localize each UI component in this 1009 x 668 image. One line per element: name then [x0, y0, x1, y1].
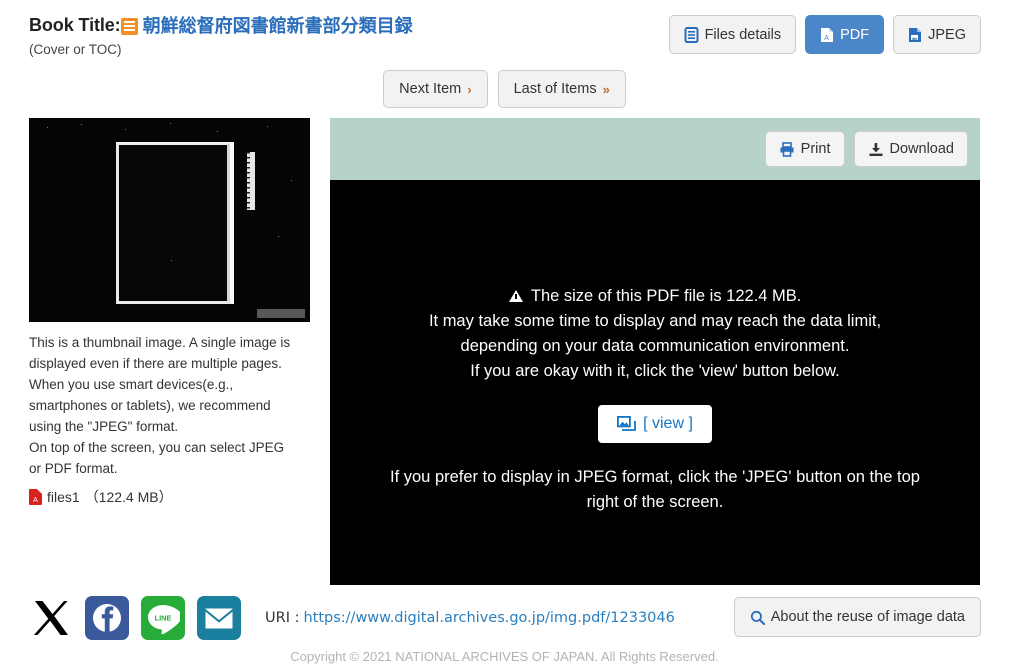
svg-text:LINE: LINE — [155, 614, 172, 623]
item-navigation: Next Item › Last of Items » — [0, 70, 1009, 108]
pdf-viewer: Print Download The size of this PDF file… — [330, 118, 980, 585]
jpeg-label: JPEG — [928, 26, 966, 43]
format-button-group: Files details A PDF JPEG — [668, 15, 981, 54]
last-of-items-label: Last of Items — [513, 81, 597, 97]
download-icon — [868, 142, 884, 157]
page-title: Book Title: 朝鮮総督府図書館新書部分類目録 — [29, 12, 413, 38]
share-x-button[interactable] — [29, 596, 73, 640]
pdf-file-icon: A — [29, 489, 42, 505]
chevron-right-icon: › — [467, 81, 472, 97]
facebook-icon — [91, 602, 123, 634]
uri-label: URI : — [265, 610, 300, 626]
book-cover-thumbnail[interactable] — [29, 118, 310, 322]
about-reuse-button[interactable]: About the reuse of image data — [733, 597, 981, 637]
share-email-button[interactable] — [197, 596, 241, 640]
image-file-icon — [908, 27, 922, 43]
viewer-message-line-1: The size of this PDF file is 122.4 MB. — [429, 284, 881, 309]
viewer-toolbar: Print Download — [330, 118, 980, 180]
chevron-double-right-icon: » — [602, 81, 610, 97]
title-block: Book Title: 朝鮮総督府図書館新書部分類目録 (Cover or TO… — [29, 12, 413, 58]
thumbnail-column: This is a thumbnail image. A single imag… — [29, 118, 311, 507]
thumbnail-book-spine — [227, 144, 230, 302]
book-title-label: Book Title: — [29, 14, 121, 35]
viewer-jpeg-hint-line-1: If you prefer to display in JPEG format,… — [390, 468, 920, 486]
footer-bar: LINE URI : https://www.digital.archives.… — [29, 590, 981, 646]
copyright-text: Copyright © 2021 NATIONAL ARCHIVES OF JA… — [290, 649, 719, 664]
thumbnail-book-outline — [116, 142, 234, 304]
book-title-value: 朝鮮総督府図書館新書部分類目録 — [142, 16, 413, 37]
files-details-button[interactable]: Files details — [668, 15, 797, 54]
uri-block: URI : https://www.digital.archives.go.jp… — [265, 610, 675, 626]
download-button[interactable]: Download — [853, 131, 968, 167]
file-size: （122.4 MB） — [84, 489, 173, 505]
pdf-label: PDF — [840, 26, 870, 43]
thumbnail-caption-stamp — [257, 309, 305, 318]
jpeg-button[interactable]: JPEG — [893, 15, 981, 54]
viewer-message-line-2: It may take some time to display and may… — [428, 312, 882, 330]
page-header: Book Title: 朝鮮総督府図書館新書部分類目録 (Cover or TO… — [0, 0, 1009, 68]
viewer-jpeg-hint: If you prefer to display in JPEG format,… — [390, 465, 920, 515]
view-button[interactable]: [ view ] — [598, 405, 712, 443]
email-icon — [205, 608, 233, 629]
share-line-button[interactable]: LINE — [141, 596, 185, 640]
viewer-warning-message: The size of this PDF file is 122.4 MB. I… — [429, 284, 881, 384]
viewer-message-area: The size of this PDF file is 122.4 MB. I… — [330, 180, 980, 585]
share-facebook-button[interactable] — [85, 596, 129, 640]
x-icon — [30, 597, 72, 639]
view-button-label: [ view ] — [643, 415, 693, 432]
file-lines-icon — [684, 26, 699, 43]
viewer-message-line-3: depending on your data communication env… — [460, 337, 850, 355]
pdf-button[interactable]: A PDF — [805, 15, 885, 54]
file-entry[interactable]: A files1 （122.4 MB） — [29, 487, 311, 507]
download-label: Download — [889, 141, 955, 157]
page-root: Book Title: 朝鮮総督府図書館新書部分類目録 (Cover or TO… — [0, 0, 1009, 668]
social-share-group: LINE — [29, 596, 241, 640]
about-reuse-label: About the reuse of image data — [770, 609, 965, 625]
svg-text:A: A — [824, 35, 829, 42]
thumbnail-measure-scale — [247, 152, 255, 210]
next-item-button[interactable]: Next Item › — [383, 70, 488, 108]
next-item-label: Next Item — [399, 81, 462, 97]
images-icon — [617, 416, 636, 432]
uri-link[interactable]: https://www.digital.archives.go.jp/img.p… — [303, 610, 674, 626]
thumbnail-caption: This is a thumbnail image. A single imag… — [29, 335, 291, 476]
printer-icon — [779, 141, 795, 157]
search-icon — [750, 610, 765, 625]
file-name: files1 — [47, 489, 80, 505]
files-details-label: Files details — [704, 26, 782, 43]
list-icon — [120, 17, 138, 35]
last-of-items-button[interactable]: Last of Items » — [497, 70, 626, 108]
print-label: Print — [800, 141, 831, 157]
viewer-jpeg-hint-line-2: right of the screen. — [586, 493, 724, 511]
print-button[interactable]: Print — [764, 131, 845, 167]
warning-triangle-icon — [508, 290, 523, 302]
title-subtitle: (Cover or TOC) — [29, 42, 122, 57]
pdf-file-icon: A — [820, 27, 834, 43]
viewer-message-line-4: If you are okay with it, click the 'view… — [470, 362, 840, 380]
line-icon: LINE — [146, 602, 180, 634]
